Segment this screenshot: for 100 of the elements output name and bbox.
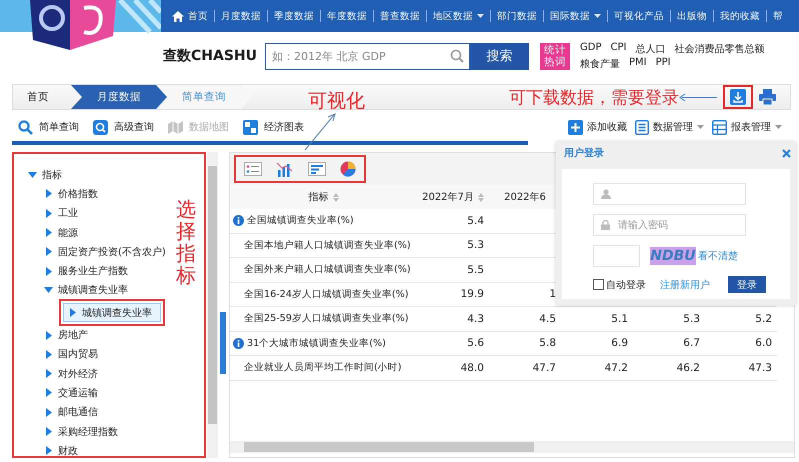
list-view-icon[interactable]: [244, 162, 262, 176]
hot-word-link[interactable]: PPI: [656, 56, 671, 70]
annotation-text: 选择指标: [176, 198, 196, 286]
search-field[interactable]: 如：2012年 北京 GDP: [265, 42, 470, 70]
nav-link[interactable]: 年度数据: [321, 8, 373, 24]
toolbar-button[interactable]: 高级查询: [93, 120, 154, 134]
table-cell: 全国城镇调查失业率(%): [230, 209, 417, 233]
hot-word-link[interactable]: GDP: [580, 42, 602, 56]
table-cell: 企业就业人员周平均工作时间(小时): [230, 356, 417, 380]
toolbar-button[interactable]: 经济图表: [243, 120, 304, 134]
tree-item[interactable]: 采购经理指数: [44, 422, 122, 442]
scrollbar[interactable]: [207, 152, 218, 458]
brand-logo-text: 查数CHASHU: [163, 47, 257, 65]
hot-word-link[interactable]: 社会消费品零售总额: [674, 42, 764, 56]
checkbox[interactable]: [593, 279, 604, 290]
grid-icon: [243, 120, 258, 134]
breadcrumb-link[interactable]: 月度数据: [71, 85, 167, 109]
column-header[interactable]: 2022年7月: [417, 185, 489, 209]
lock-icon: [601, 220, 610, 230]
tree-item[interactable]: 价格指数: [44, 184, 102, 204]
search-button[interactable]: 搜索: [470, 42, 529, 70]
nav-link[interactable]: 月度数据: [215, 8, 267, 24]
logo-drawing[interactable]: [0, 0, 161, 52]
table-cell: 47.2: [561, 356, 633, 380]
user-icon: [601, 189, 611, 199]
table-cell: 46.2: [633, 356, 705, 380]
close-icon[interactable]: [782, 148, 791, 158]
nav-link[interactable]: 出版物: [671, 8, 713, 24]
bar-chart-icon[interactable]: [276, 162, 294, 176]
table-cell: 4.5: [489, 306, 561, 331]
nav-link[interactable]: 地区数据: [427, 8, 490, 24]
annotation-text: 可视化: [308, 89, 365, 114]
search-icon: [18, 120, 33, 134]
nav-link[interactable]: 普查数据: [374, 8, 426, 24]
tree-item[interactable]: 交通运输: [44, 383, 102, 403]
table-cell: 6.9: [561, 331, 633, 356]
toolbar-button[interactable]: 简单查询: [18, 120, 79, 134]
info-icon[interactable]: [233, 338, 244, 349]
magnifier-square-icon: [93, 120, 108, 134]
column-header[interactable]: 指标: [230, 185, 417, 209]
refresh-captcha-link[interactable]: 看不清楚: [698, 249, 738, 263]
map-icon: [168, 120, 183, 134]
toolbar-button[interactable]: 报表管理: [712, 120, 782, 134]
plus-icon: [568, 120, 583, 134]
table-cell: 5.5: [417, 258, 489, 282]
annotation-text: 可下载数据，需要登录: [509, 86, 679, 108]
login-button[interactable]: 登录: [728, 276, 766, 293]
annotation-arrow: [303, 113, 337, 151]
table-cell: 全国25-59岁人口城镇调查失业率(%): [230, 306, 417, 331]
table-cell: 全国本地户籍人口城镇调查失业率(%): [230, 233, 417, 258]
table-cell: 48.0: [417, 356, 489, 380]
tree-item[interactable]: 对外经济: [44, 364, 102, 384]
table-cell: 6.7: [633, 331, 705, 356]
hot-word-link[interactable]: PMI: [629, 56, 647, 70]
hot-word-link[interactable]: 总人口: [635, 42, 666, 56]
info-icon[interactable]: [233, 215, 244, 226]
nav-link[interactable]: 可视化产品: [608, 8, 670, 24]
nav-link[interactable]: 季度数据: [268, 8, 320, 24]
tree-item[interactable]: 指标: [28, 165, 66, 184]
password-field[interactable]: 请输入密码: [593, 214, 746, 236]
tree-item[interactable]: 财政: [44, 441, 82, 456]
checkbox-label: 自动登录: [606, 278, 646, 292]
annotation-arrow: [679, 92, 717, 102]
tree-item[interactable]: 邮电通信: [44, 402, 102, 422]
nav-link[interactable]: 帮: [767, 8, 789, 24]
pie-chart-icon[interactable]: [340, 161, 356, 177]
horizontal-bar-chart-icon[interactable]: [308, 162, 326, 176]
table-cell: 31个大城市城镇调查失业率(%): [230, 331, 417, 356]
table-cell: 5.3: [633, 306, 705, 331]
tree-item[interactable]: 城镇调查失业率: [44, 280, 132, 300]
toolbar-button[interactable]: 数据管理: [635, 120, 704, 134]
table-cell: 5.2: [705, 306, 777, 331]
nav-link[interactable]: 我的收藏: [714, 8, 766, 24]
breadcrumb-link[interactable]: 首页: [13, 85, 71, 109]
scrollbar[interactable]: [230, 441, 794, 453]
tree-item[interactable]: 服务业生产指数: [44, 261, 132, 281]
tree-item[interactable]: 工业: [44, 204, 82, 223]
list-icon: [635, 120, 649, 134]
table-cell: 5.8: [489, 331, 561, 356]
toolbar-button[interactable]: 添加收藏: [568, 120, 627, 134]
nav-link[interactable]: 部门数据: [491, 8, 543, 24]
nav-link[interactable]: 国际数据: [544, 8, 607, 24]
hot-word-link[interactable]: CPI: [610, 42, 626, 56]
print-icon[interactable]: [759, 89, 776, 105]
tree-item[interactable]: 固定资产投资(不含农户): [44, 242, 170, 262]
username-field[interactable]: [593, 183, 746, 205]
tree-item[interactable]: 能源: [44, 222, 82, 242]
table-cell: 4.3: [417, 306, 489, 331]
tree-item[interactable]: 国内贸易: [44, 344, 102, 364]
table-cell: 6.0: [705, 331, 777, 356]
search-icon: [450, 48, 464, 62]
hot-word-link[interactable]: 粮食产量: [580, 56, 620, 70]
nav-link[interactable]: 首页: [166, 8, 214, 24]
hot-words-badge: 统计热词: [540, 42, 570, 70]
table-cell: 47.3: [705, 356, 777, 380]
table-cell: 5.6: [417, 331, 489, 356]
download-button[interactable]: [723, 85, 753, 109]
tree-item[interactable]: 房地产: [44, 325, 92, 345]
splitter-handle[interactable]: [220, 312, 226, 374]
captcha-field[interactable]: [593, 245, 640, 267]
